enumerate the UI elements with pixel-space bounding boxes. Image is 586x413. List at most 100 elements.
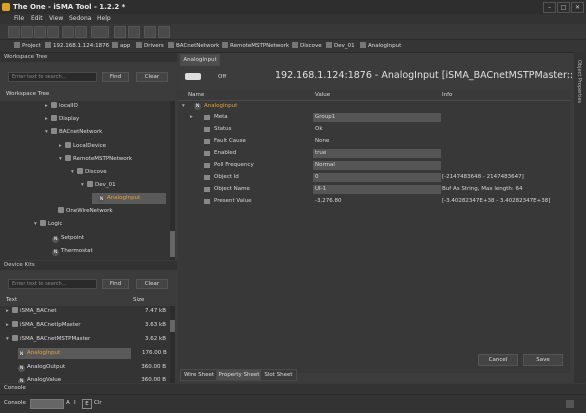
open-icon[interactable] <box>21 26 33 38</box>
kit-row[interactable]: N AnalogOutput 360.00 B <box>18 362 166 373</box>
kit-size: 176.00 B <box>142 350 167 356</box>
property-value[interactable]: true <box>313 149 441 158</box>
back-icon[interactable] <box>62 26 74 38</box>
tree-node-discove[interactable]: ▾ Discove <box>71 167 107 178</box>
save-icon[interactable] <box>34 26 46 38</box>
css-icon[interactable] <box>158 26 170 38</box>
console-clear-button[interactable]: Clr <box>94 400 102 406</box>
crumb-drivers[interactable]: Drivers <box>136 42 164 49</box>
close-button[interactable]: ✕ <box>571 2 584 13</box>
workspace-search-input[interactable]: Enter text to search... <box>8 72 97 82</box>
tree-node-logic[interactable]: ▾ Logic <box>34 219 62 230</box>
device-kits-title: Device Kits <box>0 261 177 270</box>
cancel-button[interactable]: Cancel <box>478 354 518 366</box>
save-button[interactable]: Save <box>523 354 563 366</box>
minimize-button[interactable]: – <box>543 2 556 13</box>
crumb-app[interactable]: app <box>112 42 130 49</box>
new-project-icon[interactable] <box>8 26 20 38</box>
console-a-button[interactable]: A <box>66 400 70 406</box>
kits-clear-button[interactable]: Clear <box>136 279 168 289</box>
menu-view[interactable]: View <box>49 15 63 22</box>
kit-row[interactable]: ▾ iSMA_BACnetMSTPMaster 3.62 kB <box>6 334 166 345</box>
crumb-device[interactable]: 192.168.1.124:1876 <box>45 42 109 49</box>
folder-icon <box>51 128 57 134</box>
menu-help[interactable]: Help <box>97 15 111 22</box>
property-value[interactable]: Group1 <box>313 113 441 122</box>
property-row[interactable]: Object Name UI-1 Buf As String, Max leng… <box>178 184 570 195</box>
property-sheet: Name Value Info ▾ N AnalogInput ▸ Meta G… <box>178 90 570 373</box>
tree-node-display[interactable]: ▸ Display <box>45 114 79 125</box>
component-icon: N <box>52 249 59 256</box>
workspace-scrollbar[interactable] <box>170 101 175 260</box>
menu-sedona[interactable]: Sedona <box>69 15 91 22</box>
menu-bar: File Edit View Sedona Help <box>0 14 586 24</box>
menu-file[interactable]: File <box>14 15 24 22</box>
save-all-icon[interactable] <box>47 26 59 38</box>
property-row[interactable]: Object Id 0 [-2147483648 - 2147483647] <box>178 172 570 183</box>
editor-area: AnalogInput Off 192.168.1.124:1876 - Ana… <box>178 53 574 383</box>
cut-icon[interactable] <box>144 26 156 38</box>
property-value[interactable]: 0 <box>313 173 441 182</box>
crumb-discove[interactable]: Discove <box>292 42 322 49</box>
property-row[interactable]: Status Ok <box>178 124 570 135</box>
kits-list: ▸ iSMA_BACnet 7.47 kB ▸ iSMA_BACnetIpMaster… <box>0 306 170 383</box>
device-icon <box>45 42 51 48</box>
crumb-dev01[interactable]: Dev_01 <box>326 42 355 49</box>
refresh-icon[interactable] <box>91 26 109 38</box>
menu-edit[interactable]: Edit <box>31 15 43 22</box>
console-title: Console <box>4 385 26 391</box>
console-e-button[interactable]: E <box>82 399 92 409</box>
tree-node-thermostat[interactable]: N Thermostat <box>46 246 93 257</box>
property-value[interactable]: UI-1 <box>313 185 441 194</box>
undo-icon[interactable] <box>114 26 126 38</box>
tree-node-setpoint[interactable]: N Setpoint <box>46 233 84 244</box>
tab-slot-sheet[interactable]: Slot Sheet <box>260 369 297 381</box>
tree-node-dev01[interactable]: ▾ Dev_01 <box>81 180 116 191</box>
kit-row-selected[interactable]: N AnalogInput <box>18 348 131 359</box>
forward-icon[interactable] <box>75 26 87 38</box>
crumb-analog-input[interactable]: AnalogInput <box>360 42 401 49</box>
tree-node-analog-input[interactable]: N AnalogInput <box>92 193 166 204</box>
tree-node-remote-mstp[interactable]: ▾ RemoteMSTPNetwork <box>59 154 132 165</box>
kit-row[interactable]: N AnalogValue 360.00 B <box>18 375 166 383</box>
kits-find-button[interactable]: Find <box>102 279 129 289</box>
property-value[interactable]: Normal <box>313 161 441 170</box>
property-row[interactable]: Enabled true <box>178 148 570 159</box>
property-root-row[interactable]: ▾ N AnalogInput <box>178 101 570 112</box>
workspace-find-button[interactable]: Find <box>102 72 129 82</box>
kit-row[interactable]: ▸ iSMA_BACnet 7.47 kB <box>6 306 166 317</box>
console-input[interactable] <box>30 399 64 409</box>
tree-node-bacnet-network[interactable]: ▾ BACnetNetwork <box>45 127 102 138</box>
divider <box>0 394 586 395</box>
workspace-scroll-thumb[interactable] <box>170 231 175 257</box>
tree-node-local-device[interactable]: ▸ LocalDevice <box>59 141 106 152</box>
app-icon <box>112 42 118 48</box>
crumb-bacnet-network[interactable]: BACnetNetwork <box>168 42 219 49</box>
property-row[interactable]: Present Value -3,276.80 [-3.40282347E+38… <box>178 196 570 207</box>
tree-node-localio[interactable]: ▸ localIO <box>45 101 78 112</box>
console-minimize-icon[interactable] <box>566 400 574 408</box>
toggle-switch[interactable] <box>185 73 201 80</box>
crumb-remote-mstp[interactable]: RemoteMSTPNetwork <box>222 42 289 49</box>
property-row[interactable]: Poll Frequency Normal <box>178 160 570 171</box>
workspace-tree-label: Workspace Tree <box>6 91 50 97</box>
kits-scrollbar[interactable] <box>170 306 175 383</box>
crumb-project[interactable]: Project <box>14 42 41 49</box>
kits-scroll-thumb[interactable] <box>170 320 175 332</box>
property-row[interactable]: Fault Cause None <box>178 136 570 147</box>
tab-property-sheet[interactable]: Property Sheet <box>216 369 262 381</box>
tab-analog-input[interactable]: AnalogInput <box>180 54 220 66</box>
tab-wire-sheet[interactable]: Wire Sheet <box>180 369 218 381</box>
object-properties-panel[interactable]: Object Properties <box>574 52 586 383</box>
redo-icon[interactable] <box>128 26 140 38</box>
tree-node-onewire-network[interactable]: OneWireNetwork <box>52 206 113 217</box>
kit-row[interactable]: ▸ iSMA_BACnetIpMaster 3.63 kB <box>6 320 166 331</box>
maximize-button[interactable]: □ <box>557 2 570 13</box>
console-i-button[interactable]: I <box>74 400 76 406</box>
col-info: Info <box>442 92 453 98</box>
workspace-clear-button[interactable]: Clear <box>136 72 168 82</box>
kits-search-input[interactable]: Enter text to search... <box>8 279 97 289</box>
component-icon: N <box>98 196 105 203</box>
toggle-label: Off <box>218 74 227 80</box>
property-row[interactable]: ▸ Meta Group1 <box>178 112 570 123</box>
